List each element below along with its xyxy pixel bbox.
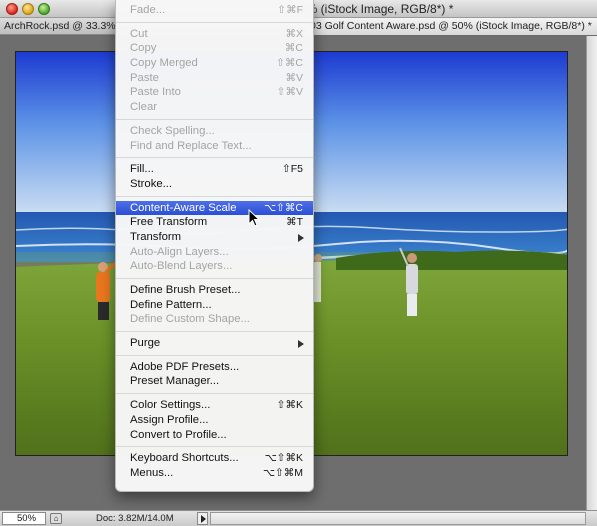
menu-item-shortcut: ⌘V bbox=[285, 71, 303, 84]
menu-item-label: Content-Aware Scale bbox=[130, 201, 237, 214]
menu-item-color-settings[interactable]: Color Settings... ⇧⌘K bbox=[116, 398, 313, 413]
status-bar: 50% ⌂ Doc: 3.82M/14.0M bbox=[0, 510, 597, 526]
menu-item-shortcut: ⇧⌘K bbox=[276, 399, 303, 412]
menu-item-label: Purge bbox=[130, 337, 161, 350]
menu-item-label: Define Custom Shape... bbox=[130, 313, 250, 326]
menu-item-label: Copy bbox=[130, 42, 157, 55]
menu-item-label: Find and Replace Text... bbox=[130, 139, 252, 152]
menu-item-adobe-pdf-presets[interactable]: Adobe PDF Presets... bbox=[116, 360, 313, 375]
menu-item-label: Fill... bbox=[130, 163, 154, 176]
menu-item-label: Color Settings... bbox=[130, 399, 211, 412]
menu-item-paste-into[interactable]: Paste Into ⇧⌘V bbox=[116, 85, 313, 100]
menu-item-shortcut: ⇧⌘F bbox=[277, 4, 303, 16]
menu-item-cut[interactable]: Cut ⌘X bbox=[116, 27, 313, 42]
submenu-arrow-icon bbox=[298, 233, 304, 242]
menu-item-label: Convert to Profile... bbox=[130, 428, 227, 441]
menu-separator bbox=[116, 393, 313, 395]
menu-separator bbox=[116, 331, 313, 333]
menu-item-label: Transform bbox=[130, 230, 182, 243]
preview-icon[interactable]: ⌂ bbox=[50, 513, 62, 524]
menu-item-transform[interactable]: Transform bbox=[116, 230, 313, 245]
window-title: 0% (iStock Image, RGB/8*) * bbox=[300, 2, 454, 16]
menu-item-label: Menus... bbox=[130, 466, 174, 479]
tab-label: 03 Golf Content Aware.psd @ 50% (iStock … bbox=[310, 20, 592, 32]
menu-item-label: Preset Manager... bbox=[130, 375, 220, 388]
menu-item-label: Cut bbox=[130, 27, 148, 40]
menu-item-label: Keyboard Shortcuts... bbox=[130, 452, 239, 465]
menu-item-assign-profile[interactable]: Assign Profile... bbox=[116, 413, 313, 428]
menu-item-shortcut: ⌘X bbox=[285, 27, 303, 40]
document-info: Doc: 3.82M/14.0M bbox=[96, 513, 174, 524]
menu-item-shortcut: ⌥⇧⌘K bbox=[264, 452, 303, 465]
zoom-level-field[interactable]: 50% bbox=[2, 512, 46, 525]
menu-item-label: Fade... bbox=[130, 4, 166, 16]
menu-item-label: Stroke... bbox=[130, 177, 173, 190]
zoom-icon[interactable] bbox=[38, 3, 50, 15]
menu-item-paste[interactable]: Paste ⌘V bbox=[116, 71, 313, 86]
menu-item-preset-manager[interactable]: Preset Manager... bbox=[116, 374, 313, 389]
menu-item-label: Clear bbox=[130, 101, 157, 114]
menu-item-shortcut: ⌘T bbox=[286, 216, 303, 229]
menu-item-auto-align-layers[interactable]: Auto-Align Layers... bbox=[116, 245, 313, 260]
menu-item-label: Copy Merged bbox=[130, 57, 198, 70]
menu-item-label: Define Brush Preset... bbox=[130, 284, 241, 296]
status-menu-arrow-icon[interactable] bbox=[197, 512, 208, 525]
menu-separator bbox=[116, 118, 313, 120]
menu-item-label: Assign Profile... bbox=[130, 413, 209, 426]
menu-item-check-spelling[interactable]: Check Spelling... bbox=[116, 124, 313, 139]
tab-golf-content-aware[interactable]: 03 Golf Content Aware.psd @ 50% (iStock … bbox=[305, 18, 597, 35]
menu-item-define-custom-shape[interactable]: Define Custom Shape... bbox=[116, 312, 313, 327]
menu-item-purge[interactable]: Purge bbox=[116, 336, 313, 351]
menu-item-menus[interactable]: Menus... ⌥⇧⌘M bbox=[116, 466, 313, 481]
menu-item-keyboard-shortcuts[interactable]: Keyboard Shortcuts... ⌥⇧⌘K bbox=[116, 451, 313, 466]
menu-separator bbox=[116, 157, 313, 159]
menu-item-shortcut: ⌘C bbox=[284, 42, 303, 55]
menu-item-label: Paste bbox=[130, 71, 159, 84]
menu-separator bbox=[116, 195, 313, 197]
tab-label: ArchRock.psd @ 33.3% (... bbox=[4, 20, 130, 32]
menu-item-shortcut: ⌥⇧⌘C bbox=[264, 201, 303, 214]
menu-item-label: Auto-Blend Layers... bbox=[130, 260, 233, 273]
menu-item-shortcut: ⇧⌘V bbox=[276, 86, 303, 99]
menu-item-copy[interactable]: Copy ⌘C bbox=[116, 41, 313, 56]
menu-item-convert-to-profile[interactable]: Convert to Profile... bbox=[116, 428, 313, 443]
minimize-icon[interactable] bbox=[22, 3, 34, 15]
menu-item-shortcut: ⇧F5 bbox=[281, 163, 303, 176]
menu-separator bbox=[116, 446, 313, 448]
menu-item-copy-merged[interactable]: Copy Merged ⇧⌘C bbox=[116, 56, 313, 71]
submenu-arrow-icon bbox=[298, 340, 304, 349]
menu-item-free-transform[interactable]: Free Transform ⌘T bbox=[116, 215, 313, 230]
close-icon[interactable] bbox=[6, 3, 18, 15]
menu-item-content-aware-scale[interactable]: Content-Aware Scale ⌥⇧⌘C bbox=[116, 200, 313, 216]
menu-item-shortcut: ⌥⇧⌘M bbox=[262, 466, 303, 479]
menu-item-define-pattern[interactable]: Define Pattern... bbox=[116, 298, 313, 313]
menu-item-label: Adobe PDF Presets... bbox=[130, 360, 240, 373]
menu-item-auto-blend-layers[interactable]: Auto-Blend Layers... bbox=[116, 259, 313, 274]
pointer-cursor-icon bbox=[248, 209, 260, 227]
menu-item-stroke[interactable]: Stroke... bbox=[116, 177, 313, 192]
menu-separator bbox=[116, 21, 313, 23]
menu-item-label: Auto-Align Layers... bbox=[130, 245, 229, 258]
menu-separator bbox=[116, 278, 313, 279]
menu-item-shortcut: ⇧⌘C bbox=[276, 57, 303, 70]
menu-item-label: Free Transform bbox=[130, 216, 208, 229]
menu-item-label: Check Spelling... bbox=[130, 124, 215, 137]
edit-menu: Fade... ⇧⌘F Cut ⌘X Copy ⌘C Copy Merged ⇧⌘C P… bbox=[115, 0, 314, 492]
menu-separator bbox=[116, 354, 313, 356]
menu-item-fill[interactable]: Fill... ⇧F5 bbox=[116, 162, 313, 177]
menu-item-fade[interactable]: Fade... ⇧⌘F bbox=[116, 3, 313, 18]
menu-item-label: Define Pattern... bbox=[130, 298, 212, 311]
horizontal-scrollbar[interactable] bbox=[210, 512, 586, 525]
menu-item-define-brush-preset[interactable]: Define Brush Preset... bbox=[116, 283, 313, 298]
menu-item-label: Paste Into bbox=[130, 86, 181, 99]
menu-item-find-replace[interactable]: Find and Replace Text... bbox=[116, 139, 313, 154]
menu-item-clear[interactable]: Clear bbox=[116, 100, 313, 115]
tab-archrock[interactable]: ArchRock.psd @ 33.3% (... bbox=[0, 18, 130, 35]
vertical-scrollbar[interactable] bbox=[586, 36, 597, 510]
